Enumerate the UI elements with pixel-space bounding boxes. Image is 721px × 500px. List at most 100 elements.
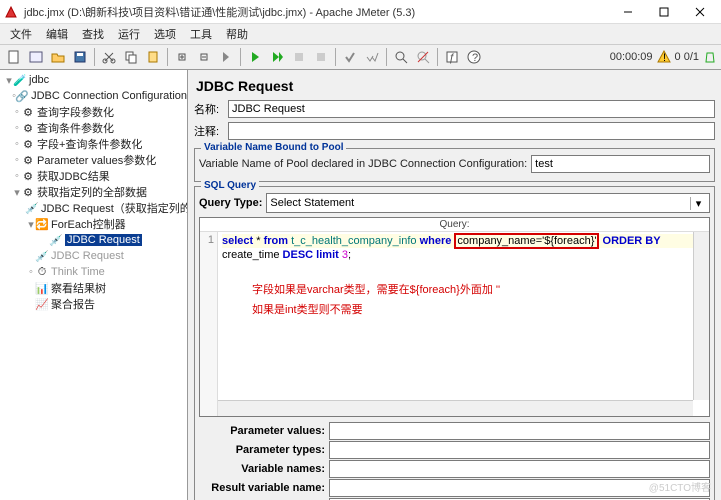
search-icon[interactable]: [391, 47, 411, 67]
tree-item-disabled[interactable]: 💉JDBC Request: [0, 248, 187, 264]
close-button[interactable]: [683, 2, 717, 22]
annotation-text: 字段如果是varchar类型，需要在${foreach}外面加 '' 如果是in…: [222, 280, 705, 320]
save-icon[interactable]: [70, 47, 90, 67]
param-values-input[interactable]: [329, 422, 710, 440]
help-icon[interactable]: ?: [464, 47, 484, 67]
pipette-icon: 💉: [36, 250, 48, 262]
sql-group: SQL Query Query Type: Select Statement ▾…: [194, 186, 715, 500]
tree-item[interactable]: ◦⚙Parameter values参数化: [0, 152, 187, 168]
tree-item[interactable]: 💉JDBC Request（获取指定列的全部数据）: [0, 200, 187, 216]
param-types-input[interactable]: [329, 441, 710, 459]
svg-text:!: !: [663, 52, 666, 64]
clock-icon: ⏱: [36, 266, 48, 278]
editor-panel: JDBC Request 名称: 注释: Variable Name Bound…: [188, 70, 721, 500]
flask-icon: 🧪: [14, 74, 26, 86]
maximize-button[interactable]: [647, 2, 681, 22]
menu-tools[interactable]: 工具: [184, 24, 218, 44]
tree-item[interactable]: ◦⚙字段+查询条件参数化: [0, 136, 187, 152]
pipette-icon: 💉: [26, 202, 38, 214]
tree-item-disabled[interactable]: ◦⏱Think Time: [0, 264, 187, 280]
gear-icon: ⚙: [22, 138, 34, 150]
query-type-label: Query Type:: [199, 197, 266, 209]
test-plan-tree[interactable]: ▾🧪jdbc ◦🔗JDBC Connection Configuration ◦…: [0, 70, 188, 500]
elapsed-time: 00:00:09: [610, 51, 653, 63]
open-icon[interactable]: [48, 47, 68, 67]
gear-icon: ⚙: [22, 106, 34, 118]
menu-options[interactable]: 选项: [148, 24, 182, 44]
horizontal-scrollbar[interactable]: [218, 400, 693, 416]
gear-icon: ⚙: [22, 170, 34, 182]
comment-input[interactable]: [228, 122, 715, 140]
tree-item[interactable]: 📊察看结果树: [0, 280, 187, 296]
reset-search-icon[interactable]: [413, 47, 433, 67]
gc-icon[interactable]: [703, 50, 717, 64]
query-type-select[interactable]: Select Statement ▾: [266, 193, 710, 213]
stop-icon[interactable]: [289, 47, 309, 67]
tree-item-selected[interactable]: 💉JDBC Request: [0, 232, 187, 248]
param-label: Variable names:: [199, 463, 329, 475]
db-icon: 🔗: [16, 90, 28, 102]
highlighted-condition: company_name='${foreach}': [454, 233, 599, 249]
gear-icon: ⚙: [22, 186, 34, 198]
variable-names-input[interactable]: [329, 460, 710, 478]
start-no-pause-icon[interactable]: [267, 47, 287, 67]
start-icon[interactable]: [245, 47, 265, 67]
tree-view-icon: 📊: [36, 282, 48, 294]
gear-icon: ⚙: [22, 154, 34, 166]
comment-label: 注释:: [194, 123, 228, 139]
thread-counts: 0 0/1: [675, 51, 699, 63]
expand-icon[interactable]: [172, 47, 192, 67]
watermark: @51CTO博客: [649, 479, 711, 494]
tree-item[interactable]: ◦⚙查询字段参数化: [0, 104, 187, 120]
tree-item[interactable]: ▾⚙获取指定列的全部数据: [0, 184, 187, 200]
templates-icon[interactable]: [26, 47, 46, 67]
function-helper-icon[interactable]: ƒ: [442, 47, 462, 67]
name-input[interactable]: [228, 100, 715, 118]
svg-text:ƒ: ƒ: [449, 52, 455, 64]
pool-legend: Variable Name Bound to Pool: [201, 142, 346, 153]
tree-item[interactable]: ▾🔁ForEach控制器: [0, 216, 187, 232]
editor-header: Query:: [200, 218, 709, 232]
shutdown-icon[interactable]: [311, 47, 331, 67]
tree-root[interactable]: ▾🧪jdbc: [0, 72, 187, 88]
new-icon[interactable]: [4, 47, 24, 67]
panel-heading: JDBC Request: [196, 78, 715, 94]
tree-item[interactable]: ◦🔗JDBC Connection Configuration: [0, 88, 187, 104]
pool-label: Variable Name of Pool declared in JDBC C…: [199, 158, 527, 170]
warning-icon[interactable]: !: [657, 50, 671, 64]
tree-item[interactable]: 📈聚合报告: [0, 296, 187, 312]
toggle-icon[interactable]: [216, 47, 236, 67]
clear-all-icon[interactable]: [362, 47, 382, 67]
vertical-scrollbar[interactable]: [693, 232, 709, 400]
copy-icon[interactable]: [121, 47, 141, 67]
sql-editor[interactable]: Query: 1 select * from t_c_health_compan…: [199, 217, 710, 417]
menu-run[interactable]: 运行: [112, 24, 146, 44]
report-icon: 📈: [36, 298, 48, 310]
gear-icon: ⚙: [22, 122, 34, 134]
pool-input[interactable]: [531, 155, 710, 173]
window-title: jdbc.jmx (D:\朗新科技\项目资料\错证通\性能测试\jdbc.jmx…: [24, 4, 611, 20]
param-label: Result variable name:: [199, 482, 329, 494]
toolbar: ƒ ? 00:00:09 ! 0 0/1: [0, 44, 721, 70]
tree-item[interactable]: ◦⚙获取JDBC结果: [0, 168, 187, 184]
menu-edit[interactable]: 编辑: [40, 24, 74, 44]
title-bar: jdbc.jmx (D:\朗新科技\项目资料\错证通\性能测试\jdbc.jmx…: [0, 0, 721, 24]
menu-file[interactable]: 文件: [4, 24, 38, 44]
param-label: Parameter values:: [199, 425, 329, 437]
query-type-value: Select Statement: [270, 197, 354, 209]
paste-icon[interactable]: [143, 47, 163, 67]
cut-icon[interactable]: [99, 47, 119, 67]
pool-group: Variable Name Bound to Pool Variable Nam…: [194, 148, 715, 182]
toolbar-status: 00:00:09 ! 0 0/1: [610, 50, 717, 64]
menu-bar: 文件 编辑 查找 运行 选项 工具 帮助: [0, 24, 721, 44]
parameters: Parameter values: Parameter types: Varia…: [199, 421, 710, 500]
loop-icon: 🔁: [36, 218, 48, 230]
code-area[interactable]: select * from t_c_health_company_info wh…: [218, 232, 709, 416]
clear-icon[interactable]: [340, 47, 360, 67]
minimize-button[interactable]: [611, 2, 645, 22]
menu-search[interactable]: 查找: [76, 24, 110, 44]
collapse-icon[interactable]: [194, 47, 214, 67]
sql-legend: SQL Query: [201, 180, 259, 191]
tree-item[interactable]: ◦⚙查询条件参数化: [0, 120, 187, 136]
menu-help[interactable]: 帮助: [220, 24, 254, 44]
